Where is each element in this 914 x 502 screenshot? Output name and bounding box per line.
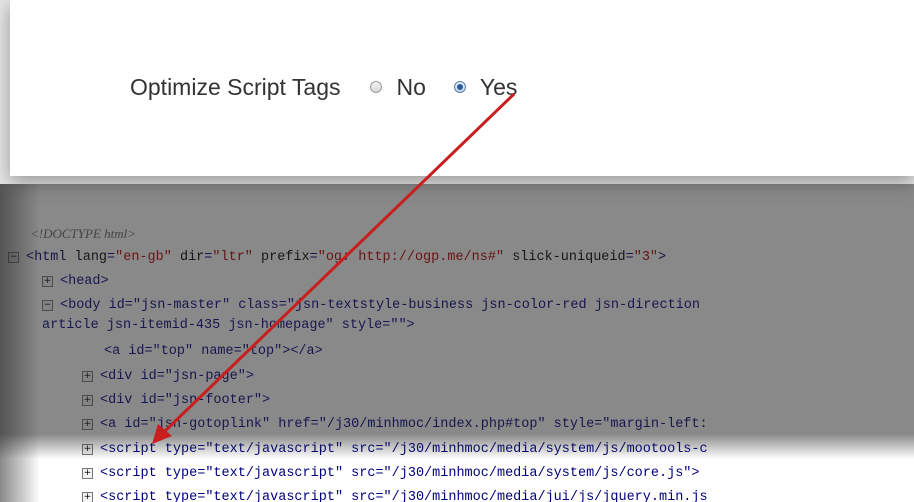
expand-toggle-script-1[interactable]: + <box>82 444 93 455</box>
radio-yes-label[interactable]: Yes <box>480 74 518 101</box>
script-line-3: + <script type="text/javascript" src="/j3… <box>82 490 708 502</box>
expand-toggle-div-page[interactable]: + <box>82 371 93 382</box>
setting-label: Optimize Script Tags <box>130 73 341 100</box>
a-gotop-line: + <a id="jsn-gotoplink" href="/j30/minhmo… <box>82 417 708 432</box>
div-footer-line: + <div id="jsn-footer"> <box>82 393 270 408</box>
val-dir: "ltr" <box>212 250 253 265</box>
doctype-line: <!DOCTYPE html> <box>30 226 137 241</box>
val-slick: "3" <box>633 250 659 265</box>
attr-dir: dir <box>179 250 205 265</box>
radio-no[interactable] <box>370 81 383 93</box>
collapse-toggle-body[interactable]: − <box>42 300 53 311</box>
attr-lang: lang <box>74 250 108 265</box>
expand-toggle-script-2[interactable]: + <box>82 468 93 479</box>
html-tag: <html <box>26 250 67 265</box>
attr-slick: slick-uniqueid <box>512 250 626 265</box>
optimize-script-tags-row: Optimize Script Tags No Yes <box>130 72 545 102</box>
optimize-script-tags-panel: Optimize Script Tags No Yes <box>10 0 914 176</box>
expand-toggle-script-3[interactable]: + <box>82 492 93 502</box>
script-line-1: + <script type="text/javascript" src="/j3… <box>82 442 708 457</box>
script-line-2: + <script type="text/javascript" src="/j3… <box>82 466 700 481</box>
radio-yes[interactable] <box>453 81 466 93</box>
script-tag-3: <script type="text/javascript" src="/j30… <box>100 490 708 502</box>
script-tag-2: <script type="text/javascript" src="/j30… <box>100 466 700 481</box>
script-tag-1: <script type="text/javascript" src="/j30… <box>100 442 708 457</box>
html-tag-close: > <box>658 250 667 265</box>
div-page-tag: <div id="jsn-page"> <box>100 369 254 384</box>
div-page-line: + <div id="jsn-page"> <box>82 369 254 384</box>
attr-prefix: prefix <box>261 250 310 265</box>
html-open-line: − <html lang="en-gb" dir="ltr" prefix="og… <box>8 250 667 265</box>
body-open-line-cont: article jsn-itemid-435 jsn-homepage" sty… <box>42 318 415 333</box>
body-tag: <body id="jsn-master" class="jsn-textsty… <box>60 298 701 313</box>
div-footer-tag: <div id="jsn-footer"> <box>100 393 271 408</box>
a-top-line: <a id="top" name="top"></a> <box>104 344 323 359</box>
expand-toggle-a-gotop[interactable]: + <box>82 419 93 430</box>
radio-no-label[interactable]: No <box>396 74 425 101</box>
collapse-toggle-html[interactable]: − <box>8 252 19 263</box>
head-tag: <head> <box>60 274 109 289</box>
html-source-tree: <!DOCTYPE html> − <html lang="en-gb" dir=… <box>0 184 914 502</box>
expand-toggle-head[interactable]: + <box>42 276 53 287</box>
head-line: + <head> <box>42 274 109 289</box>
a-gotop-tag: <a id="jsn-gotoplink" href="/j30/minhmoc… <box>100 417 708 432</box>
val-lang: "en-gb" <box>115 250 172 265</box>
body-open-line: − <body id="jsn-master" class="jsn-textst… <box>42 298 700 313</box>
expand-toggle-div-footer[interactable]: + <box>82 395 93 406</box>
val-prefix: "og: http://ogp.me/ns#" <box>317 250 505 265</box>
